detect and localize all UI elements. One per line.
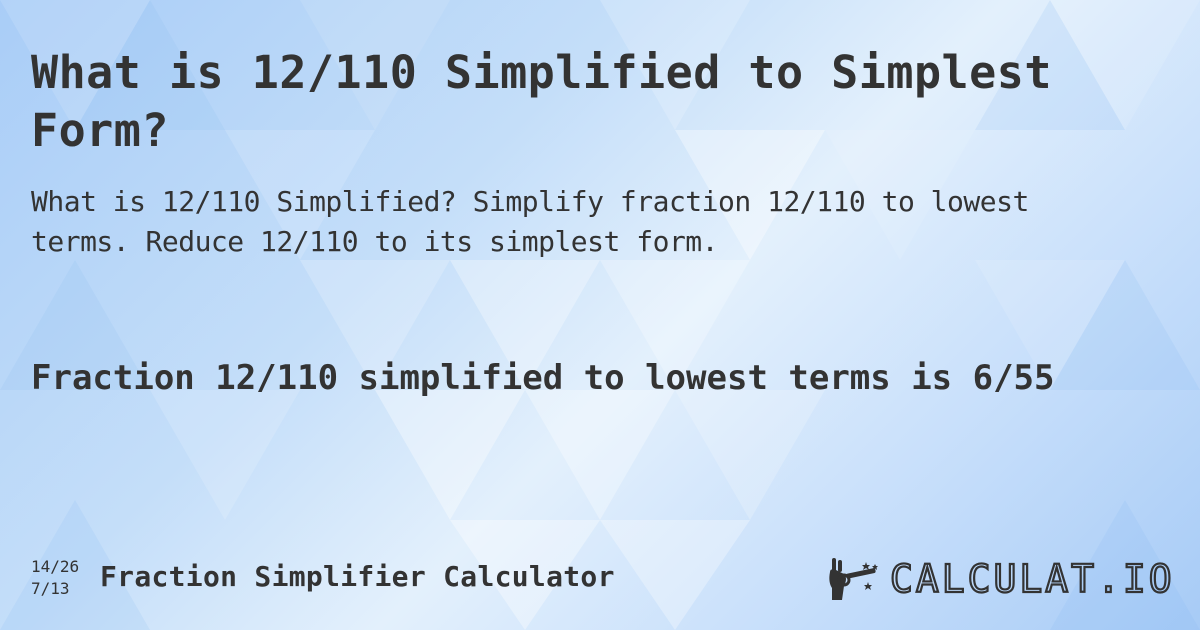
fraction-example: 14/26 7/13: [31, 556, 79, 600]
fraction-example-top: 14/26: [31, 557, 80, 576]
page-description: What is 12/110 Simplified? Simplify frac…: [31, 185, 1029, 258]
calculator-name: Fraction Simplifier Calculator: [100, 560, 615, 593]
fraction-example-bottom: 7/13: [31, 579, 70, 598]
page-title: What is 12/110 Simplified to Simplest Fo…: [31, 46, 1052, 157]
magic-wand-hand-icon: [829, 558, 878, 600]
calculat-io-logo[interactable]: CALCULAT.IO: [828, 556, 1175, 602]
answer-text: Fraction 12/110 simplified to lowest ter…: [31, 358, 1055, 398]
logo-text: CALCULAT.IO: [889, 556, 1175, 602]
